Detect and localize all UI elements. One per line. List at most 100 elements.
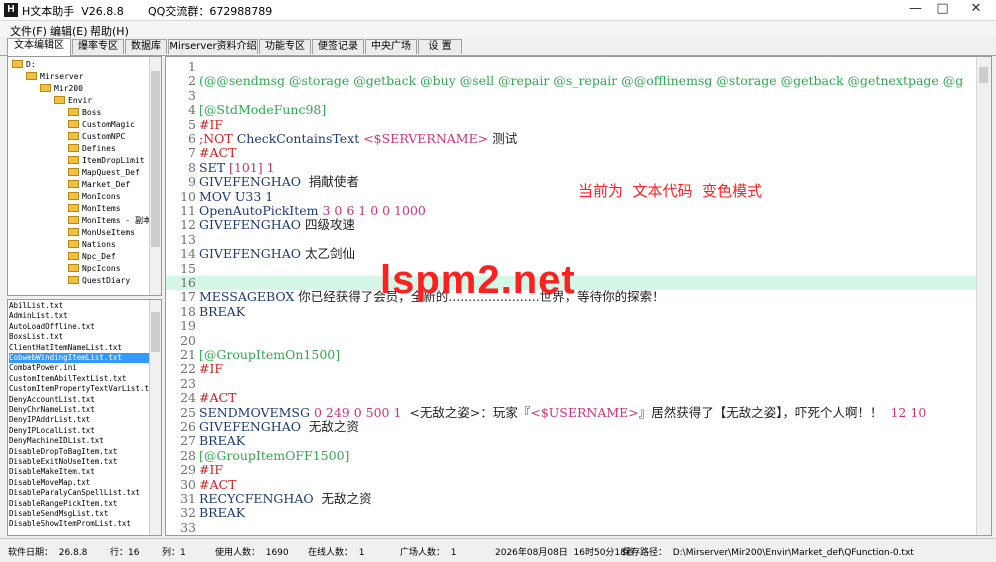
tree-node[interactable]: Nations — [68, 239, 116, 251]
maximize-button[interactable]: □ — [929, 0, 956, 20]
code-token: [@StdModeFunc98] — [199, 102, 327, 118]
menu-edit[interactable]: 编辑(E) — [50, 23, 88, 39]
code-line[interactable]: 13 — [166, 232, 978, 247]
tree-node[interactable]: Market_Def — [68, 179, 130, 191]
code-line[interactable]: 8 SET [101] 1 — [166, 160, 978, 175]
file-list-item[interactable]: DisableRangePickItem.txt — [9, 499, 149, 509]
code-line[interactable]: 18 BREAK — [166, 304, 978, 319]
code-text: #ACT — [199, 477, 236, 492]
code-line[interactable]: 26 GIVEFENGHAO 无敌之资 — [166, 419, 978, 434]
file-list-item[interactable]: AdminList.txt — [9, 311, 149, 321]
code-token: RECYCFENGHAO — [199, 491, 314, 506]
code-line[interactable]: 4 [@StdModeFunc98] — [166, 102, 978, 118]
code-line[interactable]: 3 — [166, 88, 978, 103]
tree-node[interactable]: MonUseItems — [68, 227, 135, 239]
code-line[interactable]: 23 — [166, 376, 978, 391]
status-software-date: 软件日期： 26.8.8 — [8, 548, 88, 558]
code-line[interactable]: 11 OpenAutoPickItem 3 0 6 1 0 0 1000 — [166, 203, 978, 218]
tree-node[interactable]: NpcIcons — [68, 263, 121, 275]
tab-drop-rate[interactable]: 爆率专区 — [72, 39, 124, 54]
file-list-scrollbar[interactable] — [149, 300, 161, 535]
file-list[interactable]: AbilList.txt AdminList.txt AutoLoadOffline… — [7, 299, 162, 536]
file-list-item[interactable]: CobwebWindingItemList.txt — [9, 353, 149, 363]
code-line[interactable]: 29 #IF — [166, 462, 978, 477]
tree-node[interactable]: MonItems — [68, 203, 121, 215]
tab-text-editor[interactable]: 文本编辑区 — [7, 38, 71, 56]
code-line[interactable]: 9 GIVEFENGHAO 捐献使者 — [166, 174, 978, 189]
editor-scroll-thumb[interactable] — [979, 67, 988, 83]
code-line[interactable]: 20 — [166, 333, 978, 348]
file-list-item[interactable]: DisableExitNoUseItem.txt — [9, 457, 149, 467]
code-line[interactable]: 28 [@GroupItemOFF1500] — [166, 448, 978, 463]
file-list-item[interactable]: CombatPower.ini — [9, 363, 149, 373]
tree-scrollbar[interactable] — [149, 57, 161, 295]
file-list-item[interactable]: DenyIPAddrList.txt — [9, 415, 149, 425]
file-list-item[interactable]: BoxsList.txt — [9, 332, 149, 342]
code-line[interactable]: 7 #ACT — [166, 145, 978, 160]
tab-database[interactable]: 数据库 — [125, 39, 167, 54]
tab-settings[interactable]: 设 置 — [418, 39, 462, 54]
file-list-item[interactable]: DenyIPLocalList.txt — [9, 426, 149, 436]
file-list-item[interactable]: DenyMachineIDList.txt — [9, 436, 149, 446]
tree-node[interactable]: ItemDropLimit — [68, 155, 145, 167]
file-list-item[interactable]: AbilList.txt — [9, 301, 149, 311]
tree-node[interactable]: Envir — [54, 95, 92, 107]
file-list-item[interactable]: ClientHatItemNameList.txt — [9, 343, 149, 353]
tree-node[interactable]: QuestDiary — [68, 275, 130, 287]
tree-node[interactable]: D: — [12, 59, 36, 71]
file-list-item[interactable]: AutoLoadOffline.txt — [9, 322, 149, 332]
tab-mirserver-info[interactable]: Mirserver资料介绍 — [168, 39, 258, 54]
tree-node[interactable]: MonIcons — [68, 191, 121, 203]
minimize-button[interactable]: — — [902, 0, 929, 20]
line-number: 19 — [180, 318, 196, 334]
code-line[interactable]: 27 BREAK — [166, 433, 978, 448]
file-list-scroll-thumb[interactable] — [151, 312, 160, 352]
code-line[interactable]: 6 ;NOT CheckContainsText <$SERVERNAME> 测试 — [166, 131, 978, 146]
code-line[interactable]: 30 #ACT — [166, 477, 978, 492]
tree-scroll-thumb[interactable] — [151, 71, 160, 247]
code-line[interactable]: 24 #ACT — [166, 390, 978, 405]
code-editor[interactable]: 1 2 (@@sendmsg @storage @getback @buy @sel… — [165, 56, 992, 536]
file-list-item[interactable]: DenyChrNameList.txt — [9, 405, 149, 415]
tree-node[interactable]: MapQuest_Def — [68, 167, 140, 179]
menu-help[interactable]: 帮助(H) — [90, 23, 129, 39]
file-list-item[interactable]: DisableMoveMap.txt — [9, 478, 149, 488]
tree-node[interactable]: Mir200 — [40, 83, 83, 95]
code-line[interactable]: 1 — [166, 59, 978, 74]
file-list-item[interactable]: CustomItemAbilTextList.txt — [9, 374, 149, 384]
file-list-item[interactable]: DenyAccountList.txt — [9, 395, 149, 405]
code-line[interactable]: 12 GIVEFENGHAO 四级攻速 — [166, 217, 978, 232]
menu-file[interactable]: 文件(F) — [10, 23, 47, 39]
code-line[interactable]: 2 (@@sendmsg @storage @getback @buy @sell… — [166, 73, 978, 88]
tree-node[interactable]: Npc_Def — [68, 251, 116, 263]
tree-node[interactable]: MonItems - 副本 — [68, 215, 151, 227]
tree-node[interactable]: Defines — [68, 143, 116, 155]
code-line[interactable]: 19 — [166, 318, 978, 334]
code-line[interactable]: 10 MOV U33 1 — [166, 189, 978, 204]
code-line[interactable]: 5 #IF — [166, 117, 978, 132]
code-line[interactable]: 21 [@GroupItemOn1500] — [166, 347, 978, 362]
folder-icon — [68, 156, 79, 164]
code-line[interactable]: 22 #IF — [166, 361, 978, 376]
tab-notes[interactable]: 便签记录 — [312, 39, 364, 54]
file-list-item[interactable]: DisableParalyCanSpellList.txt — [9, 488, 149, 498]
code-line[interactable]: 25 SENDMOVEMSG 0 249 0 500 1 <无敌之姿>：玩家『<$… — [166, 405, 978, 420]
code-line[interactable]: 31 RECYCFENGHAO 无敌之资 — [166, 491, 978, 506]
tab-functions[interactable]: 功能专区 — [259, 39, 311, 54]
code-line[interactable]: 32 BREAK — [166, 505, 978, 520]
tree-node[interactable]: CustomNPC — [68, 131, 125, 143]
file-list-item[interactable]: DisableSendMsgList.txt — [9, 509, 149, 519]
tree-node[interactable]: CustomMagic — [68, 119, 135, 131]
tree-node[interactable]: Mirserver — [26, 71, 83, 83]
editor-scrollbar[interactable] — [976, 57, 991, 535]
folder-tree[interactable]: D: Mirserver Mir200 Envir Boss CustomMagic Cus… — [7, 56, 162, 296]
file-list-item[interactable]: DisableMakeItem.txt — [9, 467, 149, 477]
file-list-item[interactable]: DisableDropToBagItem.txt — [9, 447, 149, 457]
line-number: 6 — [188, 131, 196, 146]
close-button[interactable]: ✕ — [956, 0, 996, 20]
code-line[interactable]: 33 — [166, 520, 978, 535]
file-list-item[interactable]: DisableShowItemPromList.txt — [9, 519, 149, 529]
file-list-item[interactable]: CustomItemPropertyTextVarList.t — [9, 384, 149, 394]
tree-node[interactable]: Boss — [68, 107, 101, 119]
tab-central-square[interactable]: 中央广场 — [365, 39, 417, 54]
